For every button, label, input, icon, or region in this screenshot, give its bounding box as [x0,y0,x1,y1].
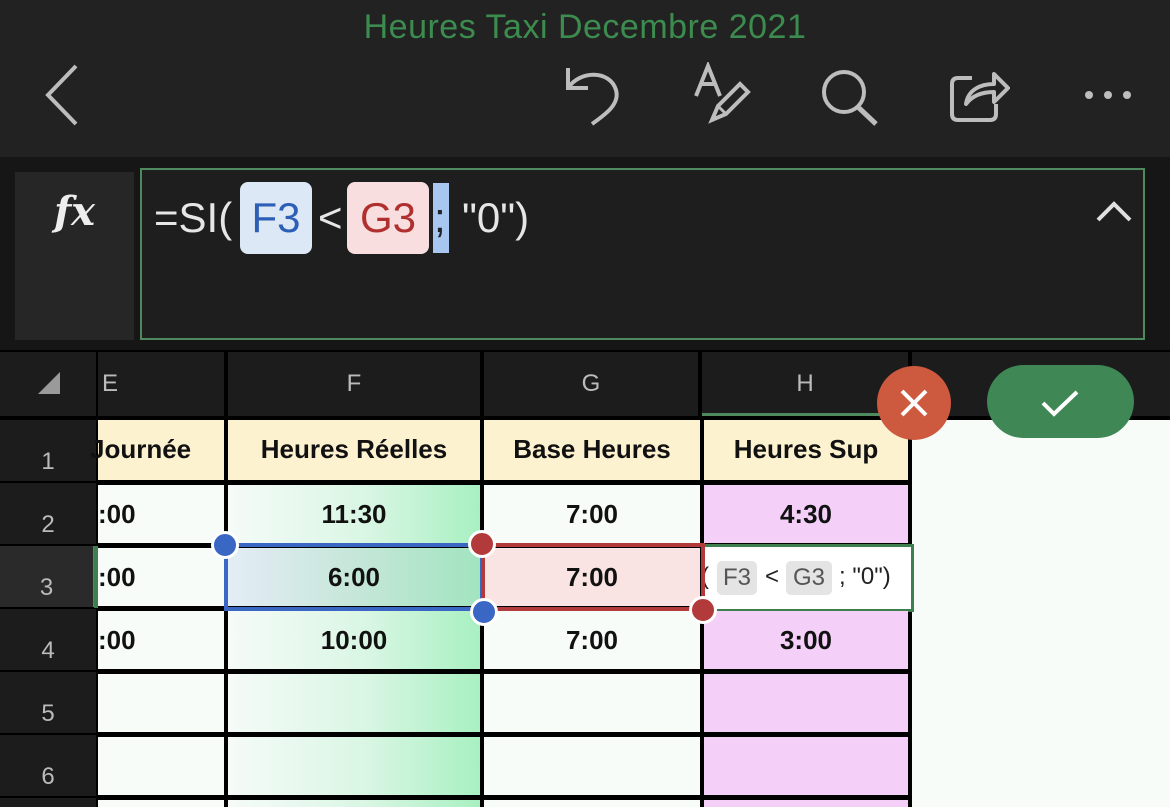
cell-e5[interactable] [98,674,224,732]
search-icon [822,70,878,126]
ref-g3-top-handle[interactable] [468,530,496,558]
formula-prefix: =SI( [154,194,233,241]
row-header-7[interactable] [0,798,96,807]
formula-ref-g3[interactable]: G3 [347,182,429,254]
checkmark-icon [1041,390,1079,417]
formula-suffix: "0") [462,194,530,241]
close-icon [900,389,928,417]
inline-rest: ; "0") [839,563,891,590]
chevron-up-icon [1096,201,1132,222]
text-format-button[interactable] [690,62,752,128]
back-chevron-icon [45,64,78,126]
cell-g6[interactable] [484,737,700,795]
ref-g3-bottom-handle[interactable] [689,596,717,624]
cell-g7[interactable] [484,800,700,807]
column-header-f[interactable]: F [228,352,482,416]
undo-icon [566,68,619,126]
ref-highlight-g3 [481,543,705,611]
cell-e4[interactable]: :00 [98,611,224,669]
ref-f3-top-handle[interactable] [211,531,239,559]
cell-h3-editing[interactable]: ( F3 < G3 ; "0") [701,544,914,612]
collapse-formula-button[interactable] [1094,196,1134,226]
row-header-6[interactable]: 6 [0,735,96,796]
column-header-g[interactable]: G [484,352,700,416]
cell-h4[interactable]: 3:00 [704,611,908,669]
search-button[interactable] [818,62,880,128]
cell-f6[interactable] [228,737,480,795]
document-title: Heures Taxi Decembre 2021 [363,8,807,46]
ref-highlight-f3 [224,543,484,611]
cell-h6[interactable] [704,737,908,795]
row-header-3[interactable]: 3 [0,546,96,607]
cell-g4[interactable]: 7:00 [484,611,700,669]
ref-f3-bottom-handle[interactable] [470,598,498,626]
row-3-selection-marker [94,546,98,608]
cell-h2[interactable]: 4:30 [704,485,908,543]
cell-e7[interactable] [98,800,224,807]
share-button[interactable] [948,62,1010,128]
cell-g5[interactable] [484,674,700,732]
cell-f5[interactable] [228,674,480,732]
select-all-triangle-icon [38,372,60,394]
formula-ref-f3[interactable]: F3 [240,182,312,254]
cell-f7[interactable] [228,800,480,807]
cell-g2[interactable]: 7:00 [484,485,700,543]
cell-f4[interactable]: 10:00 [228,611,480,669]
cell-e6[interactable] [98,737,224,795]
undo-button[interactable] [562,62,624,128]
cell-e1[interactable]: Journée [90,420,224,480]
fx-icon: fx [53,188,96,235]
confirm-edit-button[interactable] [987,365,1134,438]
cell-h7[interactable] [704,800,908,807]
select-all-corner[interactable] [0,352,96,416]
cell-f2[interactable]: 11:30 [228,485,480,543]
row-header-5[interactable]: 5 [0,672,96,733]
cell-f1[interactable]: Heures Réelles [228,420,480,480]
cell-e3[interactable]: :00 [98,548,224,606]
text-format-icon [694,62,751,124]
back-button[interactable] [40,62,84,128]
inline-operator: < [765,563,780,590]
inline-ref-f3: F3 [717,561,757,595]
row-header-4[interactable]: 4 [0,609,96,670]
cell-h5[interactable] [704,674,908,732]
row-header-1[interactable]: 1 [0,420,96,481]
more-icon [1085,91,1131,99]
column-i-blank[interactable] [912,420,1170,807]
share-icon [950,72,1010,122]
row-header-2[interactable]: 2 [0,483,96,544]
formula-separator: ; [434,194,446,241]
cell-g1[interactable]: Base Heures [484,420,700,480]
cell-e2[interactable]: :00 [98,485,224,543]
column-header-e[interactable]: E [98,352,226,416]
inline-ref-g3: G3 [786,561,832,595]
cancel-edit-button[interactable] [877,366,951,440]
formula-operator: < [318,194,343,241]
more-button[interactable] [1082,80,1134,110]
